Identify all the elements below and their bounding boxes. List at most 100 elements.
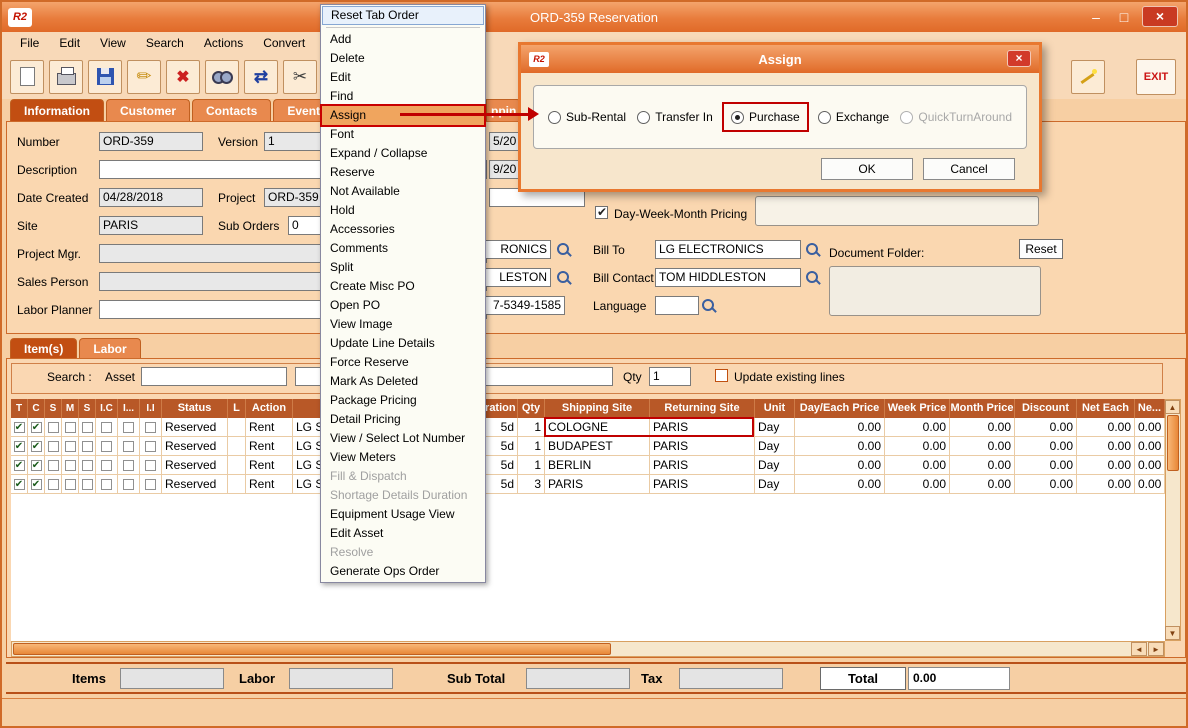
table-cell[interactable]: 0.00 [1135, 475, 1165, 494]
table-cell[interactable]: 0.00 [1015, 437, 1077, 456]
menu-item-reserve[interactable]: Reserve [322, 163, 484, 182]
checkbox-icon[interactable] [82, 460, 93, 471]
table-cell[interactable]: 0.00 [950, 418, 1015, 437]
table-cell[interactable]: 1 [518, 437, 545, 456]
radio-purchase[interactable]: Purchase [724, 104, 807, 130]
checkbox-checked-icon[interactable]: ✔ [14, 479, 25, 490]
checkbox-icon[interactable] [123, 422, 134, 433]
edit-pencil-button[interactable] [127, 60, 161, 94]
table-cell[interactable]: 0.00 [1077, 475, 1135, 494]
ok-button[interactable]: OK [821, 158, 913, 180]
row-checkbox-cell[interactable] [140, 437, 162, 456]
new-document-button[interactable] [10, 60, 44, 94]
item-tab-labor[interactable]: Labor [79, 338, 140, 359]
hscroll-thumb[interactable] [13, 643, 611, 655]
checkbox-checked-icon[interactable]: ✔ [31, 422, 42, 433]
table-cell[interactable]: 0.00 [885, 456, 950, 475]
menubar-item-edit[interactable]: Edit [49, 34, 90, 52]
cut-scissors-button[interactable] [283, 60, 317, 94]
checkbox-checked-icon[interactable]: ✔ [31, 441, 42, 452]
menubar-item-view[interactable]: View [90, 34, 136, 52]
close-icon[interactable]: × [1142, 6, 1178, 27]
checkbox-icon[interactable] [145, 479, 156, 490]
column-header-4[interactable]: S [79, 399, 96, 418]
table-cell[interactable]: Rent [246, 437, 293, 456]
row-checkbox-cell[interactable] [62, 437, 79, 456]
update-existing-lines-checkbox[interactable] [715, 369, 728, 382]
table-cell[interactable]: 1 [518, 418, 545, 437]
menu-item-view-meters[interactable]: View Meters [322, 448, 484, 467]
date-created-input[interactable]: 04/28/2018 [99, 188, 203, 207]
table-cell[interactable]: BERLIN [545, 456, 650, 475]
table-cell[interactable]: Reserved [162, 456, 228, 475]
checkbox-checked-icon[interactable]: ✔ [14, 422, 25, 433]
radio-sub-rental[interactable]: Sub-Rental [548, 110, 626, 124]
row-checkbox-cell[interactable] [140, 456, 162, 475]
menu-item-equipment-usage-view[interactable]: Equipment Usage View [322, 505, 484, 524]
menu-item-force-reserve[interactable]: Force Reserve [322, 353, 484, 372]
table-cell[interactable]: PARIS [545, 475, 650, 494]
row-checkbox-cell[interactable] [62, 418, 79, 437]
bill-contact-input[interactable]: TOM HIDDLESTON [655, 268, 801, 287]
table-cell[interactable] [228, 418, 246, 437]
customer-search-icon[interactable] [556, 242, 572, 258]
column-header-8[interactable]: Status [162, 399, 228, 418]
row-checkbox-cell[interactable] [45, 475, 62, 494]
checkbox-icon[interactable] [65, 422, 76, 433]
menu-item-open-po[interactable]: Open PO [322, 296, 484, 315]
table-row[interactable]: ✔✔ReservedRentLG ST5d1BUDAPESTPARISDay0.… [11, 437, 1165, 456]
number-input[interactable]: ORD-359 [99, 132, 203, 151]
document-folder-box[interactable] [829, 266, 1041, 316]
row-checkbox-cell[interactable] [79, 437, 96, 456]
row-checkbox-cell[interactable] [96, 418, 118, 437]
checkbox-icon[interactable] [65, 441, 76, 452]
table-cell[interactable]: Reserved [162, 437, 228, 456]
table-cell[interactable]: 0.00 [885, 475, 950, 494]
version-input[interactable]: 1 [264, 132, 324, 151]
vscroll-thumb[interactable] [1167, 415, 1179, 471]
contact-search-icon[interactable] [556, 270, 572, 286]
day-week-month-checkbox[interactable] [595, 206, 608, 219]
table-cell[interactable]: BUDAPEST [545, 437, 650, 456]
bill-contact-search-icon[interactable] [805, 270, 821, 286]
table-cell[interactable]: 0.00 [1135, 418, 1165, 437]
table-cell[interactable]: Reserved [162, 418, 228, 437]
table-cell[interactable]: Day [755, 475, 795, 494]
maximize-icon[interactable]: □ [1114, 9, 1134, 25]
convert-arrows-button[interactable] [244, 60, 278, 94]
table-cell[interactable]: 0.00 [795, 437, 885, 456]
table-cell[interactable]: 0.00 [1135, 437, 1165, 456]
scroll-right-icon[interactable]: ► [1148, 642, 1164, 656]
tab-shipping-partial[interactable]: ppin [486, 99, 521, 121]
dialog-close-icon[interactable]: × [1007, 50, 1031, 67]
checkbox-icon[interactable] [48, 422, 59, 433]
table-cell[interactable]: 3 [518, 475, 545, 494]
scroll-left-icon[interactable]: ◄ [1131, 642, 1147, 656]
menu-item-comments[interactable]: Comments [322, 239, 484, 258]
table-cell[interactable]: 1 [518, 456, 545, 475]
vertical-scrollbar[interactable]: ▲ ▼ [1165, 399, 1181, 641]
column-header-17[interactable]: Day/Each Price [795, 399, 885, 418]
menu-item-hold[interactable]: Hold [322, 201, 484, 220]
exit-button[interactable]: EXIT [1136, 59, 1176, 95]
table-cell[interactable]: PARIS [650, 475, 755, 494]
row-checkbox-cell[interactable]: ✔ [11, 456, 28, 475]
bill-to-search-icon[interactable] [805, 242, 821, 258]
scroll-down-icon[interactable]: ▼ [1165, 626, 1180, 640]
table-cell[interactable]: Rent [246, 418, 293, 437]
checkbox-icon[interactable] [101, 441, 112, 452]
row-checkbox-cell[interactable] [79, 418, 96, 437]
menubar-item-actions[interactable]: Actions [194, 34, 253, 52]
table-cell[interactable] [228, 437, 246, 456]
tab-customer[interactable]: Customer [106, 99, 190, 121]
checkbox-icon[interactable] [145, 441, 156, 452]
menu-item-expand-collapse[interactable]: Expand / Collapse [322, 144, 484, 163]
table-cell[interactable]: 0.00 [885, 437, 950, 456]
bill-to-input[interactable]: LG ELECTRONICS [655, 240, 801, 259]
checkbox-icon[interactable] [48, 479, 59, 490]
table-cell[interactable]: 0.00 [1015, 475, 1077, 494]
checkbox-icon[interactable] [65, 460, 76, 471]
menu-item-create-misc-po[interactable]: Create Misc PO [322, 277, 484, 296]
site-input[interactable]: PARIS [99, 216, 203, 235]
cancel-button[interactable]: Cancel [923, 158, 1015, 180]
